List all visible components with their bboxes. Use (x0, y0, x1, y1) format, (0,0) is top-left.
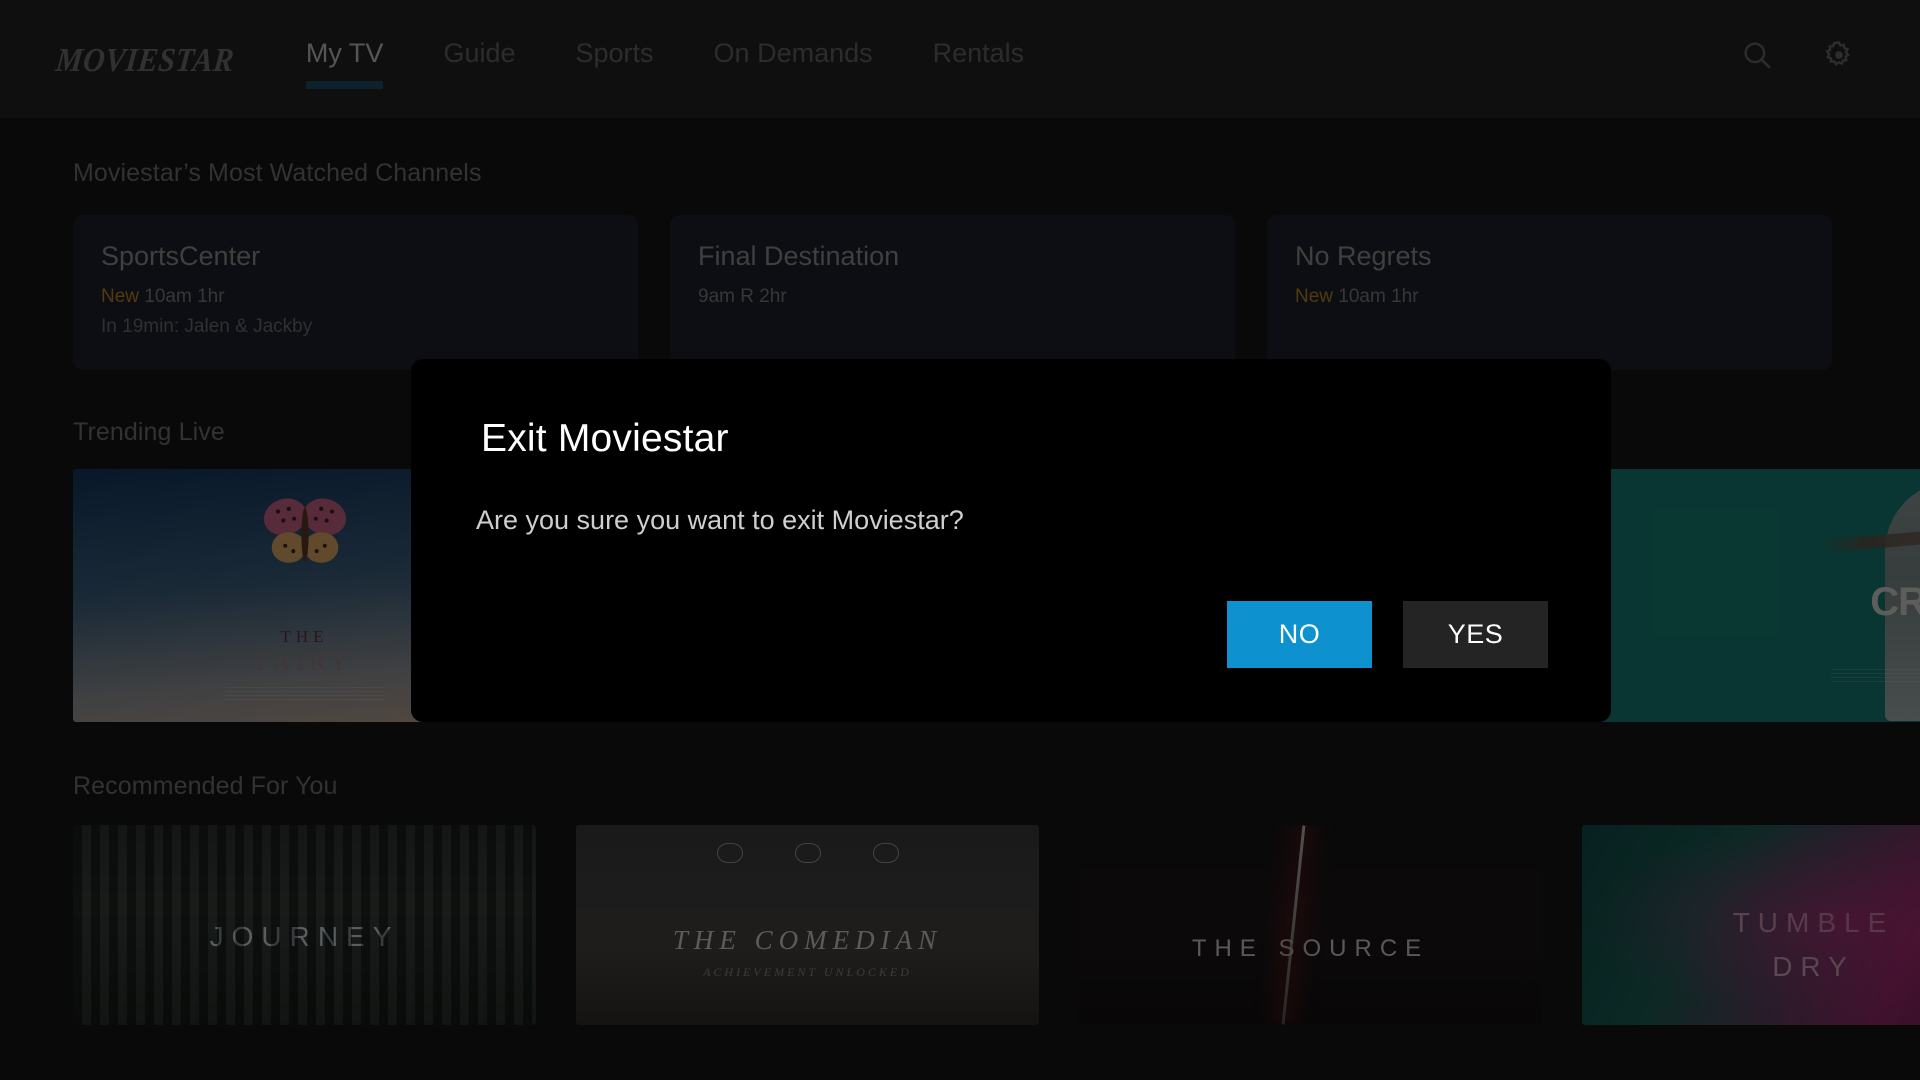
laurel-icon (716, 843, 743, 863)
poster-card-journey[interactable]: JOURNEY (73, 825, 536, 1025)
channel-title: SportsCenter (101, 241, 261, 271)
yes-button[interactable]: YES (1403, 601, 1548, 668)
laurel-icon (794, 843, 821, 863)
nav-item-rentals[interactable]: Rentals (903, 38, 1055, 107)
laurel-badges (576, 843, 1039, 863)
dialog-title: Exit Moviestar (481, 417, 729, 460)
dialog-message: Are you sure you want to exit Moviestar? (476, 505, 964, 535)
nav-item-my-tv[interactable]: My TV (276, 38, 414, 107)
channel-card[interactable]: Final Destination 9am R 2hr (670, 215, 1235, 370)
poster-title: THE COMEDIAN (672, 925, 943, 955)
poster-title-line2: CRAZY (1870, 580, 1920, 625)
channel-time: 10am 1hr (144, 286, 225, 307)
gear-icon[interactable] (1822, 38, 1856, 72)
poster-title-line3: ONE (1870, 619, 1920, 659)
nav-item-on-demands[interactable]: On Demands (684, 38, 903, 107)
nav-item-label: My TV (305, 38, 384, 68)
section-title-most-watched: Moviestar’s Most Watched Channels (73, 159, 482, 187)
poster-card-tumble-dry[interactable]: TUMBLE DRY (1582, 825, 1920, 1025)
laurel-icon (872, 843, 899, 863)
poster-title-line1: TUMBLE (1732, 907, 1895, 938)
nav-actions (1740, 38, 1856, 72)
no-button[interactable]: NO (1227, 601, 1372, 668)
poster-card-the-comedian[interactable]: THE COMEDIAN ACHIEVEMENT UNLOCKED (576, 825, 1039, 1025)
poster-title-block: MY CRAZY ONE (1870, 547, 1920, 659)
channel-card[interactable]: No Regrets New 10am 1hr (1267, 215, 1832, 370)
poster-card-my-crazy-one[interactable]: MY CRAZY ONE (1582, 469, 1920, 722)
new-badge: New (1295, 286, 1334, 307)
recommended-poster-row: JOURNEY THE COMEDIAN ACHIEVEMENT UNLOCKE… (0, 825, 1920, 1025)
poster-subtitle: ACHIEVEMENT UNLOCKED (703, 965, 912, 979)
dialog-button-group: NO YES (1227, 601, 1548, 668)
channel-title: No Regrets (1295, 241, 1432, 271)
nav-item-sports[interactable]: Sports (546, 38, 684, 107)
nav-item-label: On Demands (713, 38, 873, 68)
poster-card-the-source[interactable]: THE SOURCE (1079, 825, 1542, 1025)
poster-fine-print (1831, 669, 1920, 683)
channel-card-row: SportsCenter New 10am 1hr In 19min: Jale… (0, 188, 1920, 370)
poster-title: JOURNEY (209, 921, 400, 952)
channel-time: 9am R 2hr (698, 286, 787, 307)
nav-item-label: Rentals (932, 38, 1025, 68)
channel-next-up: In 19min: Jalen & Jackby (101, 316, 313, 337)
nav-item-guide[interactable]: Guide (413, 38, 545, 107)
app-root: MOVIESTAR My TV Guide Sports On Demands … (0, 0, 1920, 1080)
poster-title-line2: DRY (1772, 951, 1855, 982)
poster-fine-print (224, 687, 385, 701)
nav-item-list: My TV Guide Sports On Demands Rentals (276, 38, 1054, 107)
top-navigation-bar: MOVIESTAR My TV Guide Sports On Demands … (0, 0, 1920, 118)
butterfly-graphic (263, 498, 346, 563)
channel-card[interactable]: SportsCenter New 10am 1hr In 19min: Jale… (73, 215, 638, 370)
poster-title-line1: MY (1870, 547, 1920, 584)
channel-meta: New 10am 1hr (101, 286, 638, 308)
channel-meta: New 10am 1hr (1295, 286, 1832, 308)
poster-title: THE SOURCE (1191, 935, 1430, 962)
exit-confirmation-dialog: Exit Moviestar Are you sure you want to … (411, 359, 1611, 722)
section-title-recommended: Recommended For You (73, 772, 338, 800)
channel-meta: 9am R 2hr (698, 286, 1235, 308)
channel-title: Final Destination (698, 241, 900, 271)
nav-item-label: Sports (575, 38, 654, 68)
channel-time: 10am 1hr (1338, 286, 1419, 307)
search-icon[interactable] (1740, 38, 1774, 72)
new-badge: New (101, 286, 140, 307)
app-logo[interactable]: MOVIESTAR (54, 42, 236, 80)
nav-item-label: Guide (443, 38, 516, 68)
